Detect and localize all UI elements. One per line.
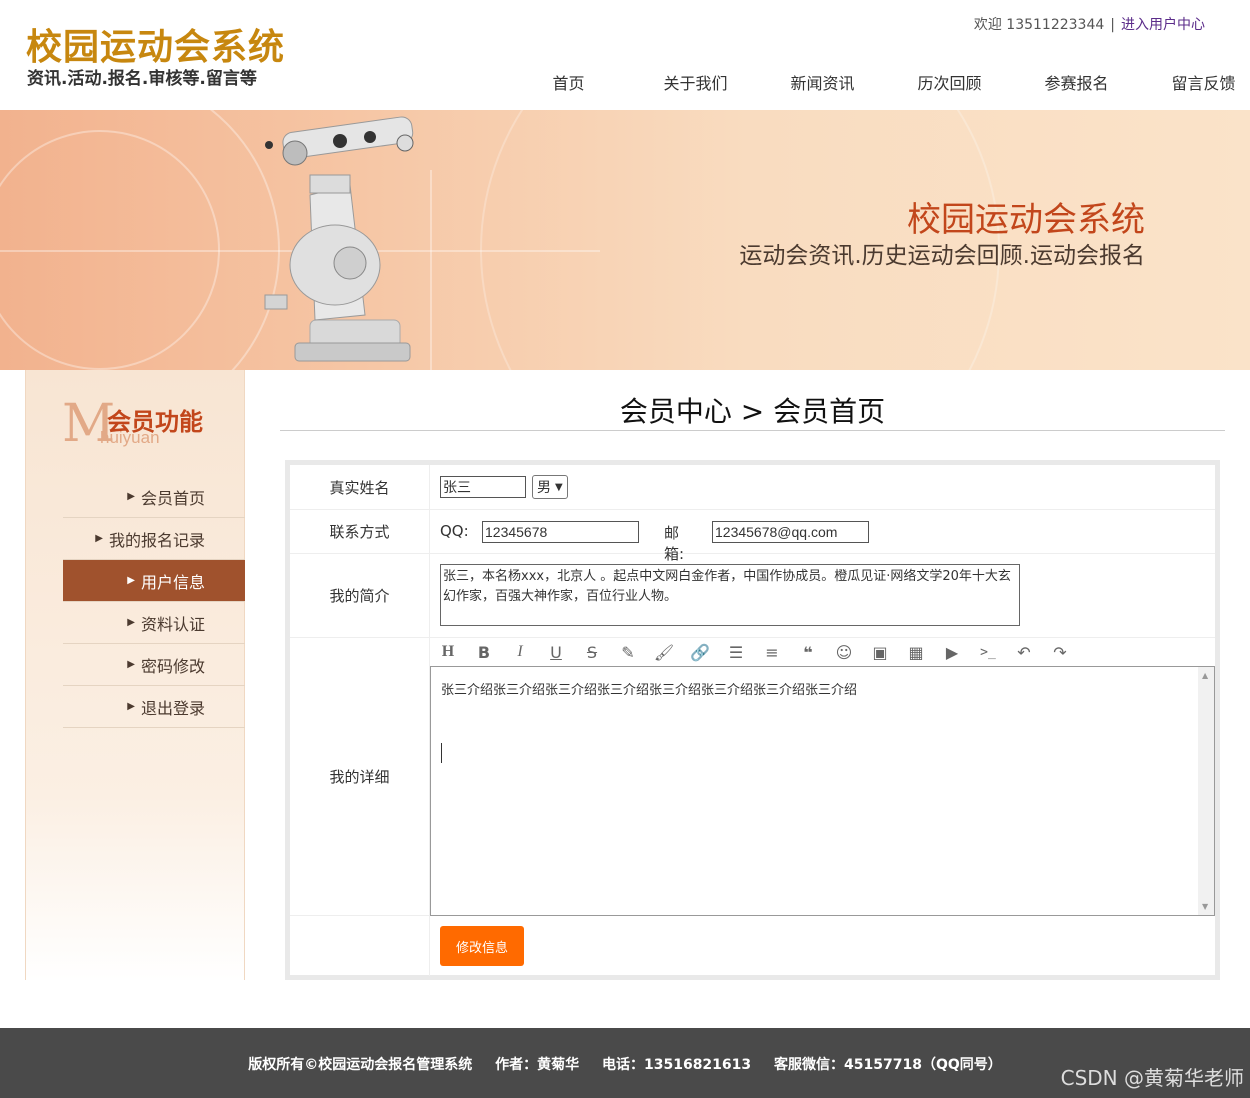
main-nav: 首页 关于我们 新闻资讯 历次回顾 参赛报名 留言反馈 [505, 70, 1250, 94]
header: 校园运动会系统 资讯.活动.报名.审核等.留言等 欢迎 13511223344 |… [0, 0, 1250, 110]
banner-title: 校园运动会系统 [907, 200, 1145, 240]
scroll-up-icon[interactable]: ▲ [1202, 671, 1208, 680]
sidebar-item-member-home[interactable]: ▶ 会员首页 [63, 476, 245, 518]
nav-feedback[interactable]: 留言反馈 [1140, 70, 1250, 94]
form-row-detail: 我的详细 H B I U S ✎ 🖌 🔗 ☰ ≡ ❝ ☺ ▣ ▦ ▶ >_ ↶ … [290, 638, 1215, 916]
sidebar-item-password[interactable]: ▶ 密码修改 [63, 644, 245, 686]
sidebar-item-verification[interactable]: ▶ 资料认证 [63, 602, 245, 644]
emoji-icon[interactable]: ☺ [826, 638, 862, 666]
sidebar-item-label: 用户信息 [140, 572, 205, 592]
list-icon[interactable]: ☰ [718, 638, 754, 666]
footer-copyright: 版权所有©校园运动会报名管理系统 [248, 1057, 473, 1073]
qq-label: QQ: [440, 522, 469, 540]
editor-toolbar: H B I U S ✎ 🖌 🔗 ☰ ≡ ❝ ☺ ▣ ▦ ▶ >_ ↶ ↷ [430, 638, 1220, 666]
brush-icon[interactable]: 🖌 [646, 638, 682, 666]
qq-input[interactable]: 12345678 [482, 521, 639, 543]
nav-signup[interactable]: 参赛报名 [1013, 70, 1140, 94]
user-center-link[interactable]: 进入用户中心 [1121, 17, 1205, 33]
chevron-right-icon: ▶ [127, 617, 135, 628]
page-title: 会员中心 > 会员首页 [619, 395, 886, 428]
submit-update-button[interactable]: 修改信息 [440, 926, 524, 966]
member-sidebar: M 会员功能 huiyuan ▶ 会员首页 ▶ 我的报名记录 ▶ 用户信息 ▶ 资料认证… [25, 370, 245, 980]
sidebar-item-label: 密码修改 [140, 656, 205, 676]
csdn-watermark: CSDN @黄菊华老师 [1060, 1066, 1244, 1090]
contact-label: 联系方式 [290, 510, 430, 553]
quote-icon[interactable]: ❝ [790, 638, 826, 666]
sidebar-menu: ▶ 会员首页 ▶ 我的报名记录 ▶ 用户信息 ▶ 资料认证 ▶ 密码修改 ▶ 退出登录 [63, 476, 245, 728]
marker-icon[interactable]: ✎ [610, 638, 646, 666]
top-separator: | [1110, 17, 1115, 33]
image-icon[interactable]: ▣ [862, 638, 898, 666]
footer-phone: 电话：13516821613 [601, 1057, 752, 1073]
link-icon[interactable]: 🔗 [682, 638, 718, 666]
text-caret [441, 743, 442, 763]
robot-arm-image [264, 116, 414, 362]
hero-banner: 校园运动会系统 运动会资讯.历史运动会回顾.运动会报名 [0, 110, 1250, 370]
form-row-submit: 修改信息 [290, 916, 1215, 976]
code-icon[interactable]: >_ [970, 638, 1006, 666]
site-logo-title[interactable]: 校园运动会系统 [26, 18, 285, 70]
sidebar-item-label: 会员首页 [140, 488, 205, 508]
detail-rich-editor[interactable]: 张三介绍张三介绍张三介绍张三介绍张三介绍张三介绍张三介绍张三介绍 ▲ ▼ [430, 666, 1215, 916]
footer-author: 作者：黄菊华 [495, 1057, 580, 1073]
sidebar-pinyin: huiyuan [100, 428, 160, 447]
chevron-down-icon: ▼ [555, 481, 563, 493]
detail-editor-content: 张三介绍张三介绍张三介绍张三介绍张三介绍张三介绍张三介绍张三介绍 [441, 683, 858, 698]
real-name-input[interactable]: 张三 [440, 476, 526, 498]
name-label: 真实姓名 [290, 465, 430, 509]
banner-decor-line [430, 170, 432, 370]
sidebar-item-my-signups[interactable]: ▶ 我的报名记录 [63, 518, 245, 560]
gender-selected-value: 男 [537, 480, 551, 496]
form-row-contact: 联系方式 QQ: 12345678 邮箱: 12345678@qq.com [290, 510, 1215, 563]
chevron-right-icon: ▶ [127, 575, 135, 586]
chevron-right-icon: ▶ [127, 701, 135, 712]
site-logo-subtitle: 资讯.活动.报名.审核等.留言等 [27, 69, 257, 89]
heading-icon[interactable]: H [430, 638, 466, 666]
strikethrough-icon[interactable]: S [574, 638, 610, 666]
gender-select[interactable]: 男 ▼ [532, 475, 568, 499]
nav-home[interactable]: 首页 [505, 70, 632, 94]
sidebar-item-label: 退出登录 [140, 698, 205, 718]
welcome-text: 欢迎 13511223344 [973, 17, 1105, 33]
nav-news[interactable]: 新闻资讯 [759, 70, 886, 94]
align-icon[interactable]: ≡ [754, 638, 790, 666]
intro-textarea[interactable]: 张三，本名杨xxx，北京人 。起点中文网白金作者，中国作协成员。橙瓜见证·网络文… [440, 564, 1020, 626]
redo-icon[interactable]: ↷ [1042, 638, 1078, 666]
title-divider [280, 430, 1225, 431]
italic-icon[interactable]: I [502, 638, 538, 666]
nav-about[interactable]: 关于我们 [632, 70, 759, 94]
chevron-right-icon: ▶ [95, 533, 103, 544]
form-row-name: 真实姓名 张三 男 ▼ [290, 465, 1215, 510]
table-icon[interactable]: ▦ [898, 638, 934, 666]
form-row-intro: 我的简介 张三，本名杨xxx，北京人 。起点中文网白金作者，中国作协成员。橙瓜见… [290, 554, 1215, 638]
sidebar-item-logout[interactable]: ▶ 退出登录 [63, 686, 245, 728]
sidebar-item-user-info[interactable]: ▶ 用户信息 [63, 560, 245, 602]
chevron-right-icon: ▶ [127, 491, 135, 502]
detail-label: 我的详细 [290, 638, 430, 915]
undo-icon[interactable]: ↶ [1006, 638, 1042, 666]
banner-subtitle: 运动会资讯.历史运动会回顾.运动会报名 [739, 243, 1145, 269]
bold-icon[interactable]: B [466, 638, 502, 666]
footer-wechat: 客服微信：45157718（QQ同号） [774, 1057, 1002, 1073]
nav-history[interactable]: 历次回顾 [886, 70, 1013, 94]
scroll-down-icon[interactable]: ▼ [1202, 902, 1208, 911]
top-user-bar: 欢迎 13511223344 | 进入用户中心 [974, 14, 1205, 34]
sidebar-item-label: 资料认证 [140, 614, 205, 634]
sidebar-item-label: 我的报名记录 [108, 530, 205, 550]
underline-icon[interactable]: U [538, 638, 574, 666]
intro-label: 我的简介 [290, 554, 430, 637]
video-icon[interactable]: ▶ [934, 638, 970, 666]
editor-scrollbar[interactable]: ▲ ▼ [1198, 667, 1214, 915]
chevron-right-icon: ▶ [127, 659, 135, 670]
email-input[interactable]: 12345678@qq.com [712, 521, 869, 543]
submit-label-cell [290, 916, 430, 976]
user-info-form: 真实姓名 张三 男 ▼ 联系方式 QQ: 12345678 邮箱: 123456… [285, 460, 1220, 980]
